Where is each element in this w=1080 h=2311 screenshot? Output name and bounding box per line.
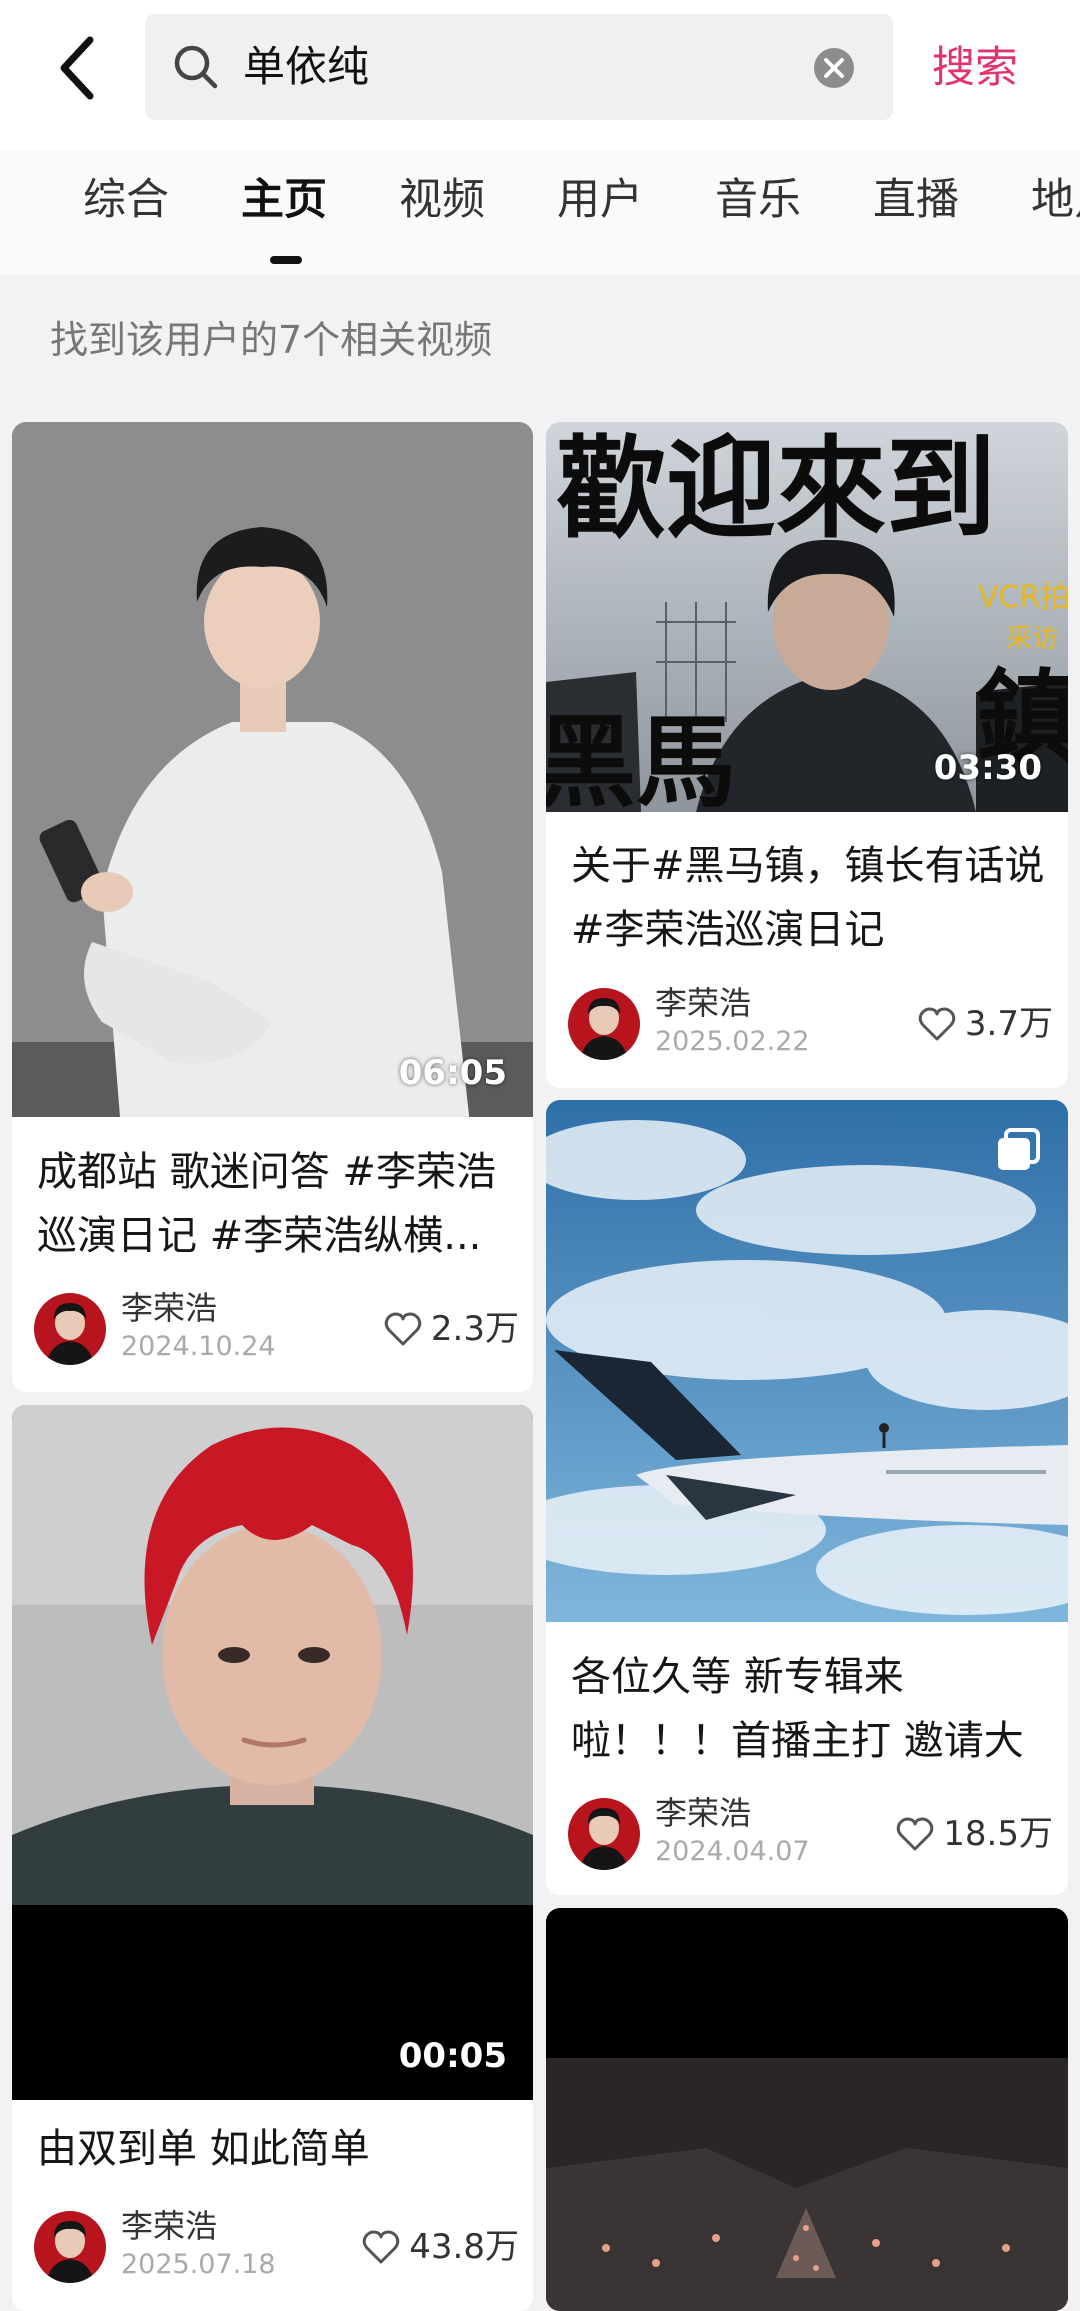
like-button[interactable]: 43.8万 <box>361 2223 519 2271</box>
search-input[interactable]: 单依纯 <box>145 14 893 120</box>
author-row: 李荣浩 2025.07.18 43.8万 <box>34 2205 519 2285</box>
heart-icon <box>384 1312 422 1346</box>
video-title: 成都站 歌迷问答 #李荣浩巡演日记 #李荣浩纵横... <box>37 1149 496 1259</box>
video-card[interactable] <box>546 1908 1068 2311</box>
tab-videos[interactable]: 视频 <box>399 170 485 230</box>
like-count: 2.3万 <box>430 1309 519 1349</box>
post-date: 2024.04.07 <box>655 1836 810 1867</box>
video-thumbnail: 06:05 <box>12 422 533 1117</box>
author-name: 李荣浩 <box>121 2207 218 2245</box>
search-tab-bar: 综合 主页 视频 用户 音乐 直播 地点 <box>0 150 1080 275</box>
video-title: 关于#黑马镇，镇长有话说 #李荣浩巡演日记 <box>571 843 1045 953</box>
search-query-text: 单依纯 <box>243 42 370 91</box>
avatar[interactable] <box>34 1293 106 1365</box>
video-duration: 06:05 <box>398 1053 507 1093</box>
back-icon <box>60 36 94 100</box>
search-header: 单依纯 搜索 <box>0 0 1080 150</box>
like-button[interactable]: 2.3万 <box>383 1305 519 1353</box>
video-duration: 03:30 <box>933 748 1042 788</box>
active-tab-indicator <box>270 256 302 264</box>
heart-icon <box>918 1007 956 1041</box>
like-count: 18.5万 <box>943 1814 1053 1854</box>
author-name: 李荣浩 <box>655 984 752 1022</box>
tab-location[interactable]: 地点 <box>1031 170 1080 230</box>
video-thumbnail: 00:05 <box>12 1405 533 2100</box>
like-count: 43.8万 <box>409 2227 519 2267</box>
video-thumbnail: 歡迎來到 VCR拍 采访 黑馬 鎮 03:30 <box>546 422 1068 812</box>
video-thumbnail <box>546 1908 1068 2311</box>
author-name: 李荣浩 <box>121 1289 218 1327</box>
like-button[interactable]: 18.5万 <box>895 1810 1053 1858</box>
author-row: 李荣浩 2025.02.22 3.7万 <box>568 982 1053 1062</box>
post-title: 各位久等 新专辑来啦！！！首播主打 邀请大家 看图... <box>571 1654 1024 1764</box>
svg-text:VCR拍: VCR拍 <box>978 580 1068 615</box>
post-thumbnail <box>546 1100 1068 1622</box>
author-row: 李荣浩 2024.10.24 2.3万 <box>34 1287 519 1367</box>
video-card[interactable]: 00:05 由双到单 如此简单 李荣浩 2025.07.18 43.8万 <box>12 1405 533 2311</box>
svg-text:黑馬: 黑馬 <box>546 703 736 812</box>
heart-icon <box>897 1817 934 1851</box>
search-button[interactable]: 搜索 <box>932 28 1072 108</box>
image-post-card[interactable]: 各位久等 新专辑来啦！！！首播主打 邀请大家 看图... 李荣浩 2024.04… <box>546 1100 1068 1895</box>
svg-text:采访: 采访 <box>1006 624 1058 654</box>
avatar[interactable] <box>34 2211 106 2283</box>
clear-icon[interactable] <box>813 47 855 89</box>
result-count-text: 找到该用户的7个相关视频 <box>50 318 493 362</box>
search-icon <box>174 45 218 89</box>
author-row: 李荣浩 2024.04.07 18.5万 <box>568 1792 1053 1872</box>
video-title: 由双到单 如此简单 <box>37 2126 370 2172</box>
tab-homepage[interactable]: 主页 <box>241 170 327 230</box>
post-date: 2024.10.24 <box>121 1331 276 1362</box>
avatar[interactable] <box>568 988 640 1060</box>
tab-live[interactable]: 直播 <box>873 170 959 230</box>
video-duration: 00:05 <box>398 2036 507 2076</box>
video-card[interactable]: 歡迎來到 VCR拍 采访 黑馬 鎮 03:30 关于#黑马镇，镇长有话说 #李荣… <box>546 422 1068 1088</box>
tab-general[interactable]: 综合 <box>83 170 169 230</box>
like-count: 3.7万 <box>964 1004 1053 1044</box>
like-button[interactable]: 3.7万 <box>917 1000 1053 1048</box>
video-card[interactable]: 06:05 成都站 歌迷问答 #李荣浩巡演日记 #李荣浩纵横... 李荣浩 20… <box>12 422 533 1392</box>
tab-music[interactable]: 音乐 <box>715 170 801 230</box>
post-date: 2025.02.22 <box>655 1026 810 1057</box>
back-button[interactable] <box>50 28 110 108</box>
tab-users[interactable]: 用户 <box>557 170 643 230</box>
multi-image-icon <box>998 1128 1040 1170</box>
avatar[interactable] <box>568 1798 640 1870</box>
author-name: 李荣浩 <box>655 1794 752 1832</box>
post-date: 2025.07.18 <box>121 2249 276 2280</box>
heart-icon <box>363 2230 400 2264</box>
thumb-overlay-text: 歡迎來到 <box>556 424 996 553</box>
